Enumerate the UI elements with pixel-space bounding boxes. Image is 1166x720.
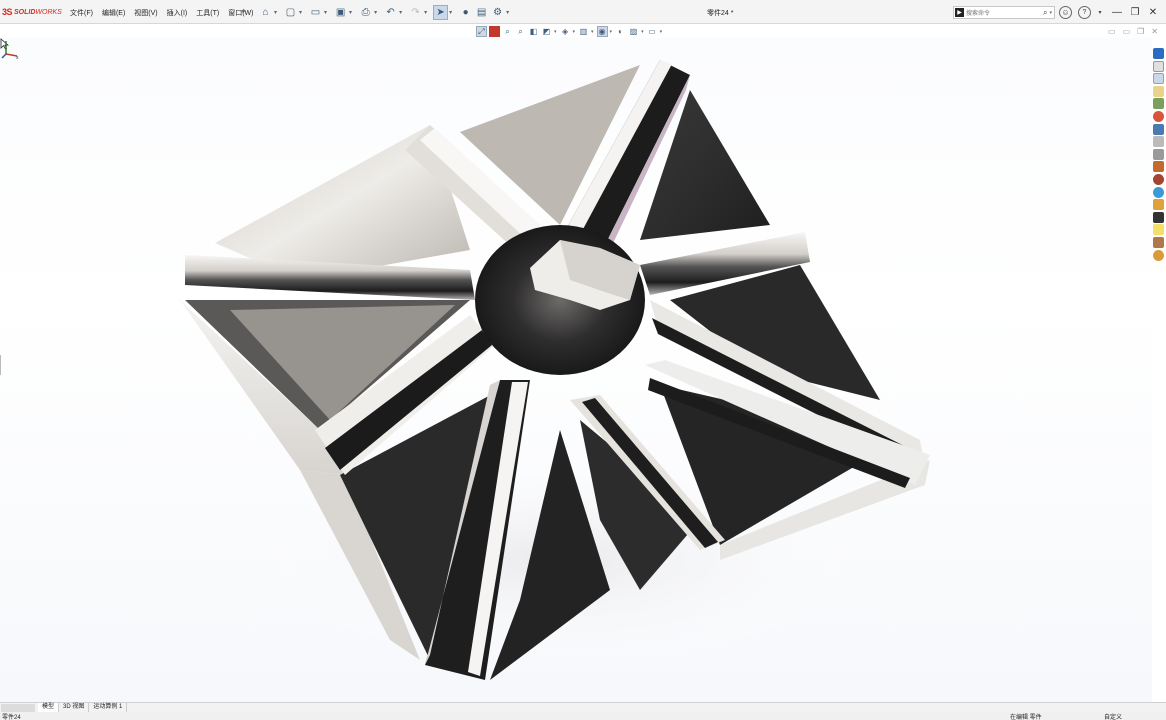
restore-button[interactable]: ❐ (1126, 4, 1144, 20)
search-box[interactable]: ▶ 搜索命令 ⌕ ▾ (953, 6, 1055, 19)
tab-model[interactable]: 模型 (38, 703, 60, 712)
3dcontentcentral-icon[interactable] (1153, 161, 1164, 173)
dynamic-annotation-icon[interactable]: ◧ (528, 26, 539, 37)
forum-icon[interactable] (1153, 173, 1164, 185)
status-bar: 零件24 在编辑 零件 自定义 (0, 712, 1166, 720)
appearances-icon[interactable] (1153, 110, 1164, 122)
zoom-to-area-icon[interactable] (489, 26, 500, 37)
new-file-icon[interactable]: ▢ (283, 5, 298, 20)
reference-triad-icon: x (1, 41, 19, 60)
hide-show-items-icon[interactable]: ▥ (578, 26, 589, 37)
menu-insert[interactable]: 插入(I) (167, 8, 188, 18)
quick-access-toolbar: ⌂ ▾ ▢ ▾ ▭ ▾ ▣ ▾ ⎙ ▾ ↶ ▾ ↷ ▾ ➤ ▾ ● ▤ ⚙ ▾ (258, 5, 515, 20)
select-icon[interactable]: ➤ (433, 5, 449, 20)
help-dropdown-icon[interactable]: ▾ (1097, 6, 1103, 19)
title-bar: 3S SOLID WORKS 文件(F) 编辑(E) 视图(V) 插入(I) 工具… (0, 0, 1166, 24)
edit-appearance-icon[interactable]: ◉ (596, 26, 608, 37)
file-properties-icon[interactable]: ▤ (474, 5, 489, 20)
home-icon[interactable]: ⌂ (258, 5, 273, 20)
custom-properties-icon[interactable] (1153, 123, 1164, 135)
status-units[interactable]: 自定义 (1104, 712, 1122, 720)
menu-edit[interactable]: 编辑(E) (102, 8, 125, 18)
view-settings-icon[interactable]: ▨ (628, 26, 639, 37)
doc-minimize-icon[interactable]: ▭ (1108, 27, 1116, 36)
solidworks-resources-icon[interactable] (1153, 48, 1164, 59)
doc-restore-icon[interactable]: ▭ (1123, 27, 1131, 36)
design-library-icon[interactable] (1153, 73, 1164, 85)
zoom-to-fit-icon[interactable]: ⤢ (476, 26, 487, 37)
tab-motion-study[interactable]: 运动算例 1 (89, 703, 128, 712)
doc-close-icon[interactable]: ✕ (1151, 27, 1158, 36)
document-tabs: 模型 3D 视图 运动算例 1 (0, 702, 1166, 712)
task-pane-tabs (1152, 48, 1166, 268)
pin-menu-icon[interactable]: ✦ (240, 7, 247, 16)
monitor-icon[interactable]: ▭ (647, 26, 658, 37)
help-area: ☺ ? ▾ (1059, 6, 1109, 19)
display-style-icon[interactable]: ◈ (560, 26, 571, 37)
redo-icon[interactable]: ↷ (408, 5, 423, 20)
window-controls: — ❐ ✕ (1108, 4, 1162, 20)
open-icon[interactable]: ▭ (308, 5, 323, 20)
minimize-button[interactable]: — (1108, 4, 1126, 20)
solidworks-logo[interactable]: 3S SOLID WORKS (2, 6, 62, 18)
doc-tile-icon[interactable]: ❐ (1137, 27, 1144, 36)
search-dropdown-icon[interactable]: ▾ (1049, 10, 1052, 16)
ds-logo-icon: 3S (2, 7, 13, 17)
status-editing: 在编辑 零件 (1010, 715, 1042, 720)
heads-up-view-toolbar: ⤢ ⌕ ⌕ ◧ ◩ ▾ ◈ ▾ ▥ ▾ ◉ ▾ ◐ ▨ ▾ ▭ ▾ (476, 25, 665, 38)
file-explorer-icon[interactable] (1153, 85, 1164, 97)
3dexperience-icon[interactable] (1153, 199, 1164, 211)
status-document-name: 零件24 (2, 715, 21, 720)
menu-bar: 文件(F) 编辑(E) 视图(V) 插入(I) 工具(T) 窗口(W) (70, 8, 262, 18)
pdm-icon[interactable] (1153, 186, 1164, 198)
options-icon[interactable]: ⚙ (490, 5, 505, 20)
plugins-icon[interactable] (1153, 224, 1164, 236)
svg-text:x: x (16, 55, 19, 60)
undo-icon[interactable]: ↶ (383, 5, 398, 20)
home-icon[interactable] (1153, 60, 1164, 72)
apply-scene-icon[interactable]: ◐ (615, 26, 626, 37)
menu-tools[interactable]: 工具(T) (196, 8, 219, 18)
previous-view-icon[interactable]: ⌕ (502, 26, 513, 37)
tab-3d-views[interactable]: 3D 视图 (59, 703, 90, 712)
print-icon[interactable]: ⎙ (358, 5, 373, 20)
close-button[interactable]: ✕ (1144, 4, 1162, 20)
user-icon[interactable]: ☺ (1059, 6, 1072, 19)
menu-view[interactable]: 视图(V) (134, 8, 157, 18)
feature-manager-collapse-handle[interactable] (0, 355, 2, 375)
part-model-view[interactable] (0, 38, 1152, 702)
view-orientation-icon[interactable]: ◩ (541, 26, 552, 37)
section-view-icon[interactable]: ⌕ (515, 26, 526, 37)
search-icon[interactable]: ⌕ (1043, 8, 1047, 18)
save-icon[interactable]: ▣ (333, 5, 348, 20)
document-title: 零件24 * (707, 10, 734, 17)
addins-icon[interactable] (1153, 249, 1164, 261)
graphics-area[interactable]: x (0, 38, 1152, 702)
view-palette-icon[interactable] (1153, 98, 1164, 110)
rebuild-icon[interactable]: ● (458, 5, 473, 20)
toolbox-icon[interactable] (1153, 148, 1164, 160)
tools-icon[interactable] (1153, 136, 1164, 148)
document-window-controls: ▭ ▭ ❐ ✕ (1101, 27, 1158, 36)
menu-file[interactable]: 文件(F) (70, 8, 93, 18)
search-input[interactable]: 搜索命令 (966, 8, 1043, 17)
settings-icon[interactable] (1153, 236, 1164, 248)
learn-icon[interactable] (1153, 211, 1164, 223)
help-icon[interactable]: ? (1078, 6, 1091, 19)
tab-scroll-controls[interactable] (1, 704, 35, 712)
search-menu-icon[interactable]: ▶ (955, 8, 964, 17)
